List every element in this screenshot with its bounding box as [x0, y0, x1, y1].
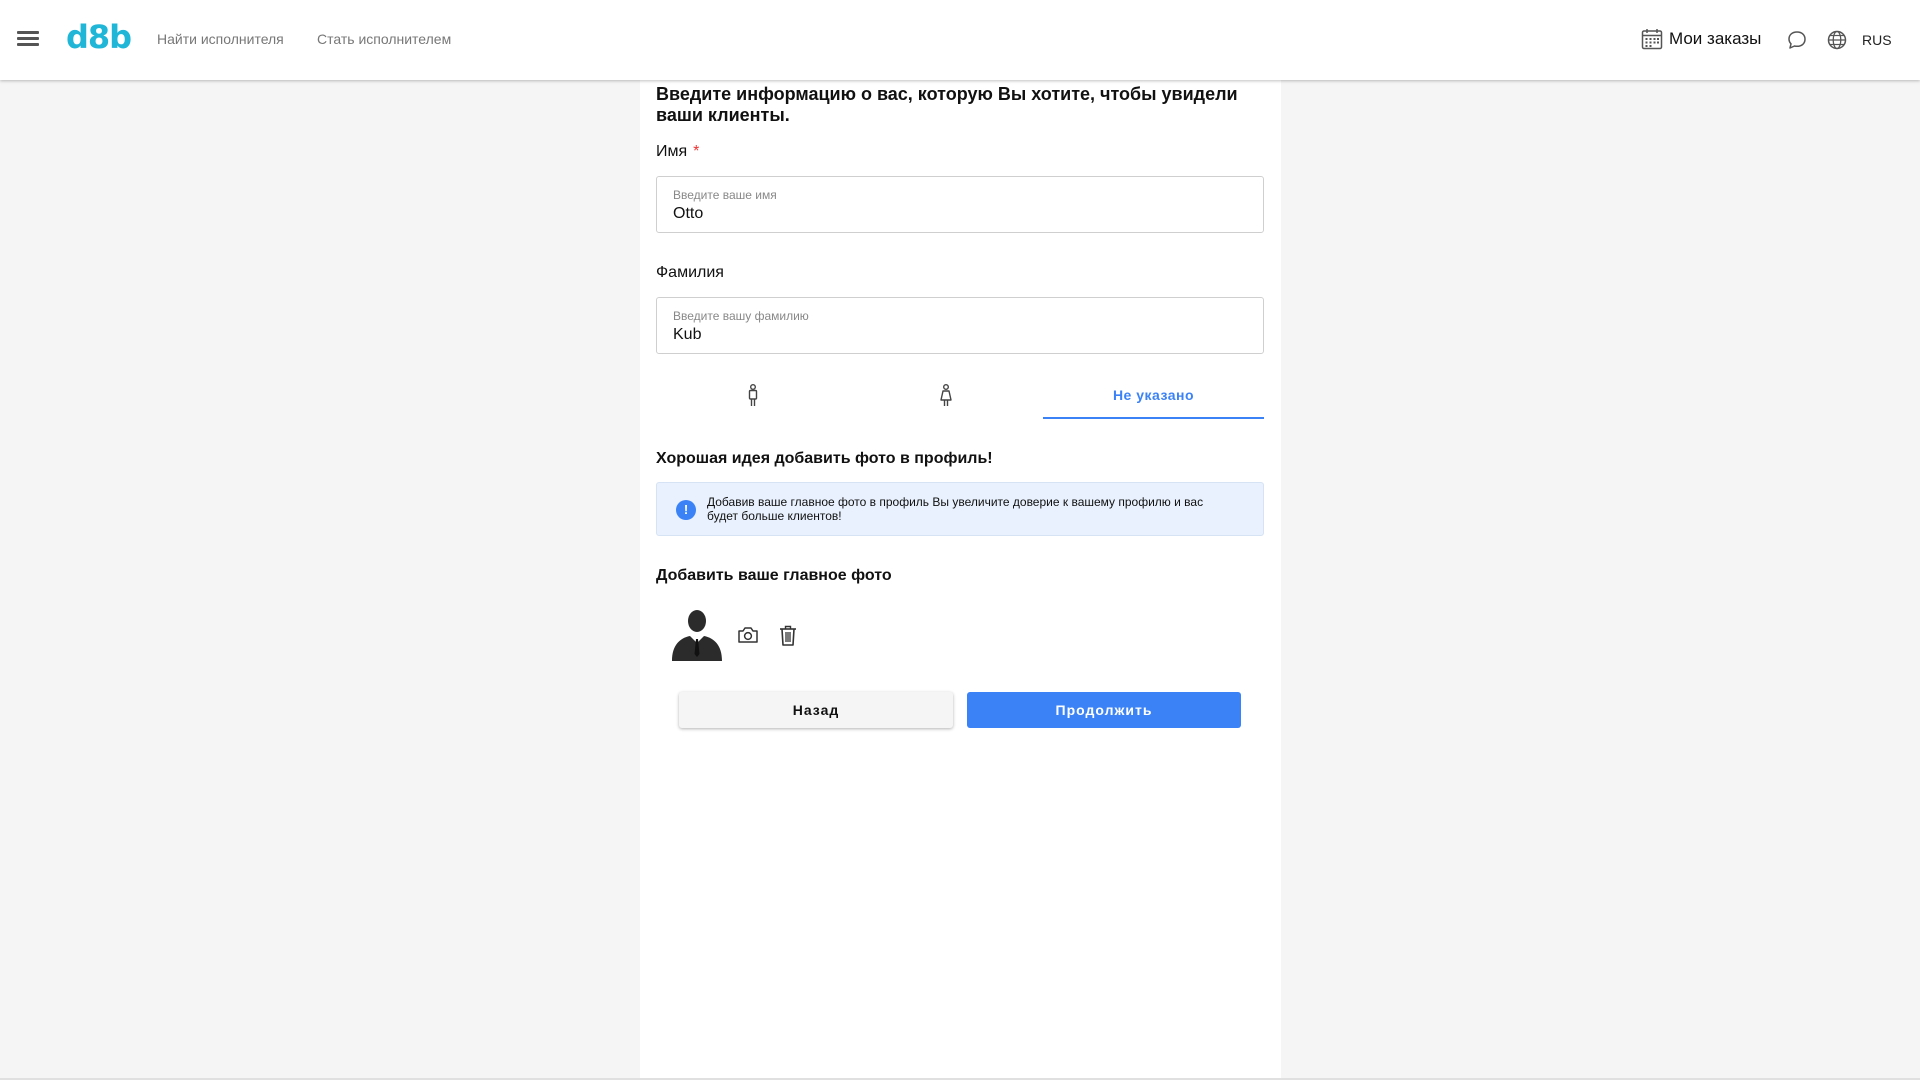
- my-orders-label: Мои заказы: [1669, 29, 1762, 48]
- tab-female[interactable]: [849, 372, 1043, 419]
- profile-form-panel: Введите информацию о вас, которую Вы хот…: [640, 80, 1281, 1080]
- required-mark: *: [693, 143, 700, 160]
- language-selector[interactable]: RUS: [1862, 32, 1892, 48]
- gender-tabs: Не указано: [656, 372, 1264, 419]
- first-name-input[interactable]: [673, 205, 1233, 223]
- first-name-label-text: Имя: [656, 143, 688, 160]
- first-name-label: Имя *: [656, 143, 699, 161]
- last-name-field[interactable]: Введите вашу фамилию: [656, 297, 1264, 354]
- female-icon: [940, 383, 952, 406]
- nav-find-performer[interactable]: Найти исполнителя: [157, 31, 284, 47]
- last-name-label: Фамилия: [656, 264, 724, 281]
- first-name-placeholder: Введите ваше имя: [673, 188, 777, 202]
- photo-tip-alert: ! Добавив ваше главное фото в профиль Вы…: [656, 482, 1264, 536]
- hamburger-menu-icon[interactable]: [16, 28, 40, 52]
- calendar-icon: [1641, 29, 1663, 50]
- info-icon: !: [676, 500, 696, 520]
- photo-tip-title: Хорошая идея добавить фото в профиль!: [656, 450, 993, 467]
- male-icon: [748, 383, 757, 406]
- my-orders-button[interactable]: Мои заказы: [1641, 28, 1761, 50]
- continue-button[interactable]: Продолжить: [967, 692, 1241, 728]
- avatar-placeholder-icon: [672, 610, 722, 661]
- last-name-placeholder: Введите вашу фамилию: [673, 309, 809, 323]
- tab-male[interactable]: [656, 372, 849, 419]
- nav-become-performer[interactable]: Стать исполнителем: [317, 31, 451, 47]
- photo-tip-text: Добавив ваше главное фото в профиль Вы у…: [707, 495, 1204, 523]
- photo-section-title: Добавить ваше главное фото: [656, 567, 892, 584]
- top-navbar: d8b Найти исполнителя Стать исполнителем…: [0, 0, 1920, 80]
- trash-icon[interactable]: [779, 625, 797, 646]
- tab-not-specified[interactable]: Не указано: [1043, 372, 1264, 419]
- back-button[interactable]: Назад: [679, 692, 953, 728]
- camera-icon[interactable]: [737, 625, 759, 645]
- tab-not-specified-label: Не указано: [1112, 386, 1195, 403]
- first-name-field[interactable]: Введите ваше имя: [656, 176, 1264, 233]
- chat-icon[interactable]: [1786, 29, 1808, 51]
- globe-icon[interactable]: [1826, 29, 1848, 51]
- last-name-input[interactable]: [673, 326, 1233, 344]
- logo[interactable]: d8b: [66, 18, 132, 56]
- form-heading: Введите информацию о вас, которую Вы хот…: [656, 84, 1238, 125]
